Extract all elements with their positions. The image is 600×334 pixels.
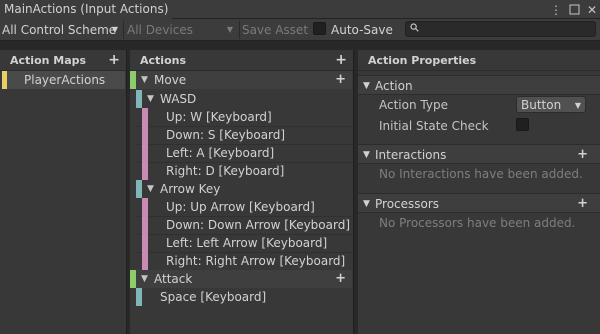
action-label: Move — [154, 73, 187, 87]
triangle-down-icon[interactable]: ▼ — [363, 194, 370, 214]
add-processor-icon[interactable]: + — [577, 194, 588, 214]
binding-part-item[interactable]: Up: W [Keyboard] — [130, 108, 352, 126]
triangle-down-icon[interactable]: ▼ — [363, 76, 370, 96]
maximize-icon[interactable] — [568, 4, 580, 16]
triangle-down-icon[interactable]: ▼ — [363, 145, 370, 165]
devices-dropdown[interactable]: All Devices ▼ — [125, 21, 237, 39]
interactions-section-header[interactable]: ▼ Interactions + — [358, 144, 600, 164]
add-interaction-icon[interactable]: + — [577, 145, 588, 165]
action-section-header[interactable]: ▼ Action — [358, 75, 600, 95]
binding-part-item[interactable]: Left: A [Keyboard] — [130, 144, 352, 162]
search-input[interactable] — [405, 21, 596, 37]
action-maps-header: Action Maps + — [0, 50, 126, 71]
binding-part-item[interactable]: Down: S [Keyboard] — [130, 126, 352, 144]
part-color-bar — [142, 144, 148, 162]
actions-header: Actions + — [130, 50, 353, 71]
composite-item-arrow-key[interactable]: ▼ Arrow Key — [130, 180, 352, 198]
binding-part-item[interactable]: Up: Up Arrow [Keyboard] — [130, 198, 352, 216]
control-scheme-dropdown[interactable]: All Control Scheme ▼ — [0, 21, 122, 39]
composite-label: Arrow Key — [160, 182, 221, 196]
part-color-bar — [142, 162, 148, 180]
action-properties-panel: Action Properties ▼ Action Action Type B… — [358, 50, 600, 334]
action-type-value: Button — [521, 98, 562, 112]
part-color-bar — [142, 234, 148, 252]
initial-state-check-label: Initial State Check — [379, 119, 489, 133]
action-item-attack[interactable]: ▼ Attack + — [130, 270, 352, 288]
action-color-bar — [130, 71, 136, 89]
action-properties-title: Action Properties — [368, 54, 477, 67]
toolbar-divider — [239, 21, 240, 39]
auto-save-label: Auto-Save — [331, 23, 393, 37]
add-composite-icon[interactable]: + — [335, 270, 346, 288]
processors-section-header[interactable]: ▼ Processors + — [358, 193, 600, 213]
part-color-bar — [142, 198, 148, 216]
action-maps-title: Action Maps — [10, 54, 87, 67]
add-composite-icon[interactable]: + — [335, 71, 346, 89]
actions-title: Actions — [140, 54, 186, 67]
binding-part-item[interactable]: Left: Left Arrow [Keyboard] — [130, 234, 352, 252]
more-vertical-icon[interactable]: ⋮ — [550, 4, 562, 16]
no-interactions-message: No Interactions have been added. — [379, 167, 583, 181]
binding-color-bar — [136, 288, 142, 306]
action-section-label: Action — [375, 79, 413, 93]
action-properties-header: Action Properties — [358, 50, 600, 71]
devices-label: All Devices — [127, 23, 193, 37]
action-color-bar — [130, 270, 136, 288]
add-action-map-button[interactable]: + — [108, 50, 120, 71]
binding-part-item[interactable]: Right: Right Arrow [Keyboard] — [130, 252, 352, 270]
action-type-label: Action Type — [379, 98, 448, 112]
composite-color-bar — [136, 180, 142, 198]
actions-panel: Actions + ▼ Move + ▼ WASD Up: W [Keyboar… — [130, 50, 354, 334]
save-asset-button[interactable]: Save Asset — [241, 21, 309, 39]
no-processors-message: No Processors have been added. — [379, 216, 576, 230]
triangle-down-icon[interactable]: ▼ — [141, 71, 148, 89]
action-map-label: PlayerActions — [24, 73, 106, 87]
action-maps-panel: Action Maps + PlayerActions — [0, 50, 127, 334]
action-type-select[interactable]: Button ▼ — [516, 96, 586, 113]
binding-label: Down: S [Keyboard] — [166, 128, 286, 142]
binding-label: Up: Up Arrow [Keyboard] — [166, 200, 315, 214]
control-scheme-label: All Control Scheme — [2, 23, 117, 37]
binding-label: Right: D [Keyboard] — [166, 164, 285, 178]
add-action-button[interactable]: + — [335, 50, 347, 71]
binding-item-space[interactable]: Space [Keyboard] — [130, 288, 352, 306]
triangle-down-icon[interactable]: ▼ — [141, 270, 148, 288]
action-label: Attack — [154, 272, 193, 286]
composite-color-bar — [136, 90, 142, 108]
binding-part-item[interactable]: Down: Down Arrow [Keyboard] — [130, 216, 352, 234]
part-color-bar — [142, 108, 148, 126]
composite-label: WASD — [160, 92, 197, 106]
binding-label: Left: A [Keyboard] — [166, 146, 275, 160]
auto-save-checkbox[interactable] — [313, 22, 326, 35]
toolbar-divider — [123, 21, 124, 39]
action-item-move[interactable]: ▼ Move + — [130, 71, 352, 89]
binding-label: Up: W [Keyboard] — [166, 110, 272, 124]
part-color-bar — [142, 126, 148, 144]
dropdown-arrow-icon: ▼ — [574, 101, 581, 110]
dropdown-arrow-icon: ▼ — [111, 25, 118, 34]
binding-label: Right: Right Arrow [Keyboard] — [166, 254, 346, 268]
binding-part-item[interactable]: Right: D [Keyboard] — [130, 162, 352, 180]
binding-label: Left: Left Arrow [Keyboard] — [166, 236, 328, 250]
title-bar: MainActions (Input Actions) ⋮ ✕ — [0, 0, 600, 19]
action-map-item[interactable]: PlayerActions — [2, 71, 125, 89]
composite-item-wasd[interactable]: ▼ WASD — [130, 90, 352, 108]
triangle-down-icon[interactable]: ▼ — [147, 180, 154, 198]
binding-label: Space [Keyboard] — [160, 290, 267, 304]
dropdown-arrow-icon: ▼ — [226, 25, 233, 34]
processors-section-label: Processors — [375, 197, 440, 211]
binding-label: Down: Down Arrow [Keyboard] — [166, 218, 351, 232]
part-color-bar — [142, 216, 148, 234]
close-icon[interactable]: ✕ — [586, 4, 598, 16]
part-color-bar — [142, 252, 148, 270]
interactions-section-label: Interactions — [375, 148, 447, 162]
action-map-color-bar — [2, 71, 7, 89]
window-controls: ⋮ ✕ — [550, 0, 598, 19]
search-icon — [410, 23, 419, 35]
initial-state-checkbox[interactable] — [516, 118, 529, 131]
window-tab[interactable]: MainActions (Input Actions) — [0, 0, 173, 19]
triangle-down-icon[interactable]: ▼ — [147, 90, 154, 108]
